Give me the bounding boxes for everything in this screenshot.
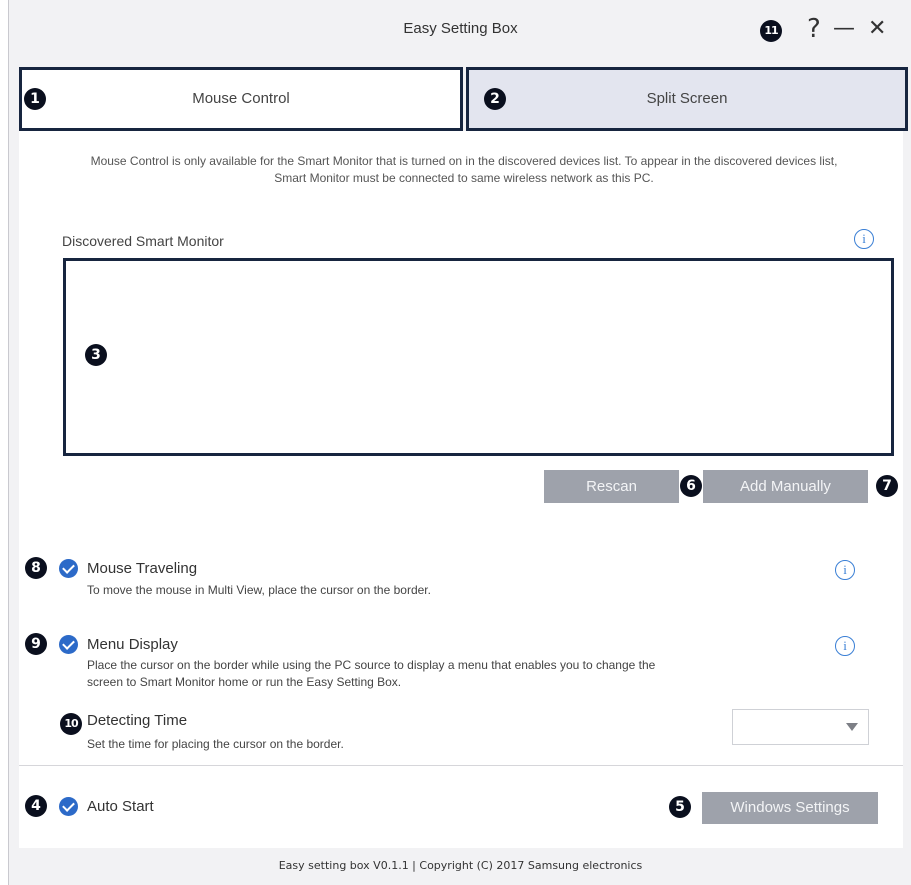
info-icon[interactable]: i	[835, 636, 855, 656]
callout-marker-7: 7	[876, 475, 898, 497]
rescan-button[interactable]: Rescan	[544, 470, 679, 503]
callout-marker-4: 4	[25, 795, 47, 817]
close-button[interactable]: ✕	[868, 14, 886, 44]
callout-marker-5: 5	[669, 796, 691, 818]
info-icon[interactable]: i	[835, 560, 855, 580]
detecting-time-dropdown[interactable]	[732, 709, 869, 745]
callout-marker-1: 1	[24, 88, 46, 110]
detecting-time-title: Detecting Time	[87, 712, 188, 729]
callout-marker-9: 9	[25, 633, 47, 655]
callout-marker-2: 2	[484, 88, 506, 110]
auto-start-checkbox[interactable]	[59, 797, 78, 816]
callout-marker-8: 8	[25, 557, 47, 579]
callout-marker-10: 10	[60, 713, 82, 735]
discovered-devices-list[interactable]	[63, 258, 894, 456]
add-manually-button[interactable]: Add Manually	[703, 470, 868, 503]
section-divider	[19, 765, 903, 766]
windows-settings-button[interactable]: Windows Settings	[702, 792, 878, 824]
tab-mouse-control[interactable]: Mouse Control	[19, 67, 463, 131]
mouse-control-panel: Mouse Control is only available for the …	[19, 131, 903, 848]
footer-copyright: Easy setting box V0.1.1 | Copyright (C) …	[278, 859, 643, 872]
title-bar: Easy Setting Box 11 ? — ✕	[9, 0, 911, 60]
minimize-button[interactable]: —	[833, 14, 855, 44]
callout-marker-6: 6	[680, 475, 702, 497]
tab-split-screen[interactable]: Split Screen	[466, 67, 908, 131]
mouse-traveling-checkbox[interactable]	[59, 559, 78, 578]
discovered-monitor-label: Discovered Smart Monitor	[62, 233, 224, 249]
menu-display-title: Menu Display	[87, 636, 178, 653]
mouse-control-description: Mouse Control is only available for the …	[90, 154, 838, 185]
chevron-down-icon	[846, 723, 858, 731]
mouse-traveling-title: Mouse Traveling	[87, 560, 198, 577]
mouse-traveling-description: To move the mouse in Multi View, place t…	[87, 583, 431, 597]
menu-display-description: Place the cursor on the border while usi…	[87, 658, 656, 689]
info-icon[interactable]: i	[854, 229, 874, 249]
tab-mouse-control-label: Mouse Control	[192, 90, 290, 107]
callout-marker-3: 3	[85, 344, 107, 366]
auto-start-label: Auto Start	[87, 798, 154, 815]
detecting-time-description: Set the time for placing the cursor on t…	[87, 737, 344, 751]
callout-marker-11: 11	[760, 20, 782, 42]
menu-display-checkbox[interactable]	[59, 635, 78, 654]
help-button[interactable]: ?	[807, 14, 821, 44]
app-window: Easy Setting Box 11 ? — ✕ Mouse Control …	[8, 0, 911, 885]
tab-split-screen-label: Split Screen	[646, 90, 728, 107]
